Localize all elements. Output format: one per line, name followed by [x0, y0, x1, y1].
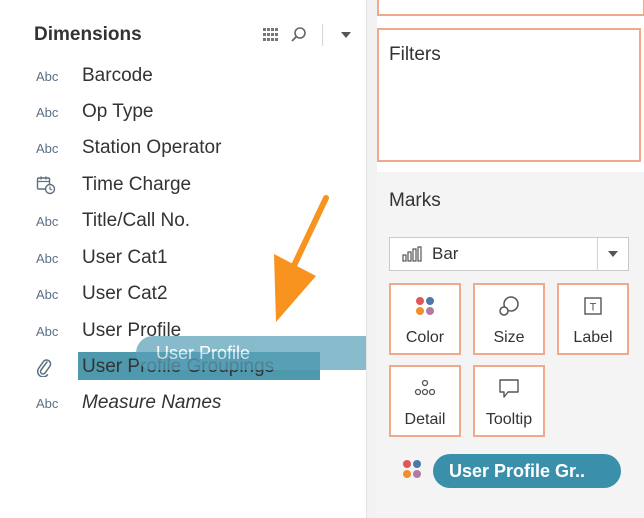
- color-dots-icon: [401, 458, 423, 485]
- tooltip-label: Tooltip: [485, 411, 533, 428]
- bar-chart-icon: [402, 246, 424, 262]
- field-label: Barcode: [82, 65, 153, 86]
- string-type-icon: Abc: [36, 395, 59, 411]
- field-user-cat2[interactable]: Abc User Cat2: [36, 279, 168, 309]
- pages-shelf[interactable]: [377, 0, 644, 16]
- annotation-arrow-icon: [274, 195, 329, 322]
- field-measure-names[interactable]: Abc Measure Names: [36, 388, 221, 418]
- tooltip-icon: [497, 375, 521, 401]
- marks-title: Marks: [389, 190, 441, 211]
- field-station-operator[interactable]: Abc Station Operator: [36, 133, 221, 163]
- string-type-icon: Abc: [36, 286, 59, 302]
- field-label: Station Operator: [82, 137, 222, 158]
- data-pane: Dimensions Abc Barcode Abc Op Type Abc S…: [0, 0, 430, 518]
- field-barcode[interactable]: Abc Barcode: [36, 61, 153, 91]
- string-type-icon: Abc: [36, 68, 59, 84]
- field-label: User Cat2: [82, 283, 168, 304]
- size-label: Size: [493, 329, 525, 346]
- dimensions-header: Dimensions: [34, 24, 142, 45]
- string-type-icon: Abc: [36, 323, 59, 339]
- date-time-icon: [36, 175, 82, 195]
- string-type-icon: Abc: [36, 250, 59, 266]
- label-button[interactable]: T Label: [557, 283, 629, 355]
- mark-type-label: Bar: [432, 244, 459, 263]
- field-label: Title/Call No.: [82, 210, 191, 231]
- mark-type-select[interactable]: Bar: [389, 237, 629, 271]
- tooltip-button[interactable]: Tooltip: [473, 365, 545, 437]
- string-type-icon: Abc: [36, 104, 59, 120]
- color-encoding-row: User Profile Gr..: [401, 454, 621, 488]
- paperclip-icon: [36, 357, 82, 377]
- filters-title: Filters: [389, 44, 441, 65]
- field-label: User Cat1: [82, 247, 168, 268]
- string-type-icon: Abc: [36, 213, 59, 229]
- chevron-down-icon[interactable]: [597, 238, 628, 270]
- field-time-charge[interactable]: Time Charge: [36, 170, 191, 200]
- field-op-type[interactable]: Abc Op Type: [36, 97, 153, 127]
- data-pane-toolbar: [262, 24, 355, 46]
- grid-view-icon[interactable]: [262, 26, 280, 44]
- color-field-pill[interactable]: User Profile Gr..: [433, 454, 621, 488]
- pane-divider[interactable]: [366, 0, 377, 518]
- filters-shelf[interactable]: Filters: [377, 28, 641, 162]
- color-button[interactable]: Color: [389, 283, 461, 355]
- label-icon: T: [583, 293, 603, 319]
- svg-text:T: T: [590, 302, 597, 314]
- field-label: Op Type: [82, 101, 154, 122]
- label-label: Label: [573, 329, 613, 346]
- detail-button[interactable]: Detail: [389, 365, 461, 437]
- field-user-cat1[interactable]: Abc User Cat1: [36, 243, 168, 273]
- size-icon: [497, 293, 521, 319]
- field-title-call-no[interactable]: Abc Title/Call No.: [36, 206, 190, 236]
- toolbar-divider: [322, 24, 323, 46]
- color-dots-icon: [414, 293, 436, 319]
- search-icon[interactable]: [290, 26, 308, 44]
- detail-label: Detail: [404, 411, 446, 428]
- color-label: Color: [405, 329, 445, 346]
- field-label: Time Charge: [82, 174, 192, 195]
- size-button[interactable]: Size: [473, 283, 545, 355]
- string-type-icon: Abc: [36, 140, 59, 156]
- detail-dots-icon: [413, 375, 437, 401]
- dragged-field-label: User Profile: [156, 342, 251, 363]
- field-label: Measure Names: [82, 392, 222, 413]
- marks-card: Marks Bar Color Size T Label Detail Tool…: [377, 172, 644, 518]
- menu-dropdown-icon[interactable]: [337, 26, 355, 44]
